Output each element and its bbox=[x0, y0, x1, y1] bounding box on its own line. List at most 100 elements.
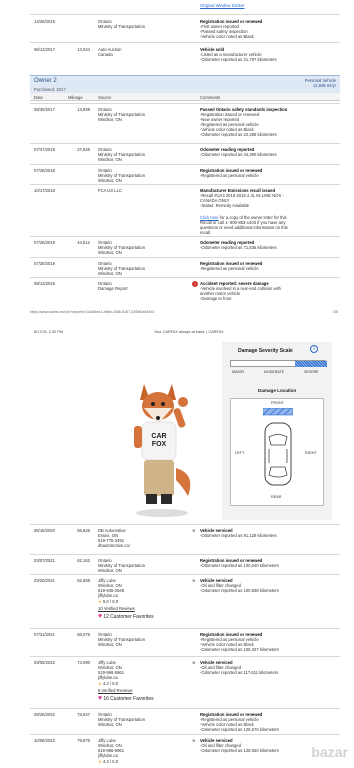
verified-reviews-link[interactable]: 10 Verified Reviews bbox=[98, 606, 135, 611]
history-row: 06/12/2017 13,544 Auto Auction Canada Ve… bbox=[30, 42, 340, 66]
row-date: 07/28/2018 bbox=[34, 168, 55, 173]
shop-rating: ★ 4.3 / 5.0 bbox=[98, 681, 119, 686]
history-row: Original Window Sticker bbox=[30, 0, 340, 10]
verified-reviews-link[interactable]: 8 Verified Reviews bbox=[98, 688, 132, 693]
wrench-icon: ✕ bbox=[192, 578, 196, 583]
fox-shirt-text-2: FOX bbox=[152, 441, 167, 448]
owner-purchased: Purchased: 2017 bbox=[34, 87, 66, 92]
owner-usage: Personal Vehicle 12,936 mi/yr bbox=[305, 78, 336, 88]
recall-letter-note: Click here for a copy of the owner lette… bbox=[200, 215, 332, 235]
severity-scale-title: Damage Severity Scale bbox=[238, 348, 293, 354]
shop-rating: ★ 4.3 / 5.0 bbox=[98, 759, 119, 764]
row-date: 08/30/2017 bbox=[34, 107, 55, 112]
row-mileage: 62,658 bbox=[77, 578, 90, 583]
front-damage-marker bbox=[263, 408, 293, 416]
history-row: 08/26/2022 78,647 Ontario Ministry of Tr… bbox=[30, 708, 340, 734]
row-comment: -Odometer reported as 100,040 kilometers bbox=[200, 563, 279, 568]
col-date: Date bbox=[34, 94, 43, 100]
row-date: 08/13/2019 bbox=[34, 281, 55, 286]
row-source: Ontario Ministry of Transportation Winds… bbox=[98, 712, 146, 727]
row-date: 10/17/2018 bbox=[34, 188, 55, 193]
wrench-icon: ✕ bbox=[192, 660, 196, 665]
row-date: 07/28/2019 bbox=[34, 261, 55, 266]
owner-header: Owner 2 Purchased: 2017 Personal Vehicle… bbox=[30, 75, 340, 93]
row-comment: -Odometer reported as 71,635 kilometers bbox=[200, 245, 277, 250]
row-comment: -Registered as personal vehicle -Vehicle… bbox=[200, 637, 279, 652]
history-row: 08/13/2019 Ontario Damage Report ! Accid… bbox=[30, 277, 340, 307]
row-mileage: 44,512 bbox=[77, 240, 90, 245]
row-source: Auto Auction Canada bbox=[98, 47, 122, 57]
row-source: Jiffy Lube Windsor, ON 519-966-5961 jiff… bbox=[98, 660, 125, 680]
row-date: 14/26/2016 bbox=[34, 19, 55, 24]
star-icon: ★ bbox=[98, 681, 102, 686]
label-front: FRONT bbox=[271, 401, 285, 405]
row-date: 07/26/2019 bbox=[34, 240, 55, 245]
row-source: Ontario Ministry of Transportation Winds… bbox=[98, 240, 146, 255]
star-icon: ★ bbox=[98, 759, 102, 764]
damage-location-title: Damage Location bbox=[258, 388, 297, 393]
row-date: 03/20/2021 bbox=[34, 578, 55, 583]
page-separator bbox=[0, 318, 354, 330]
history-row: 07/26/2019 44,512 Ontario Ministry of Tr… bbox=[30, 236, 340, 257]
customer-favorites: ♥ 12 Customer Favorites bbox=[98, 613, 154, 620]
row-comment: -Oil and filter changed -Odometer report… bbox=[200, 583, 279, 593]
row-mileage: 66,075 bbox=[77, 632, 90, 637]
history-row: 03/07/2021 62,162 Ontario Ministry of Tr… bbox=[30, 554, 340, 574]
star-icon: ★ bbox=[98, 599, 102, 604]
shop-rating: ★ 5.0 / 5.0 bbox=[98, 599, 119, 604]
row-comment: -Registered as personal vehicle -Vehicle… bbox=[200, 717, 279, 732]
col-comments: Comments bbox=[200, 94, 221, 100]
watermark-logo: bazar bbox=[311, 744, 348, 760]
fox-shirt-text-1: CAR bbox=[151, 433, 166, 440]
row-comment: -First owner reported -Passed safety ins… bbox=[200, 24, 254, 39]
row-source: Ontario Damage Report bbox=[98, 281, 128, 291]
row-source: Ontario Ministry of Transportation Winds… bbox=[98, 168, 146, 183]
owner-km-per-year: 12,936 mi/yr bbox=[312, 83, 336, 88]
severity-minor: MINOR bbox=[232, 370, 244, 374]
row-date: 06/18/2020 bbox=[34, 528, 55, 533]
row-source: DB Automotive Essex, ON 519-776-3491 dba… bbox=[98, 528, 130, 548]
row-mileage: 13,544 bbox=[77, 47, 90, 52]
severity-moderate: MODERATE bbox=[264, 370, 285, 374]
row-comment: -Recall #UA3 2016-2016 2.4L IN-LINE NOX … bbox=[200, 193, 284, 208]
row-source: Ontario Ministry of Transportation Winds… bbox=[98, 147, 146, 162]
report-page-2: 8/17/24, 2:32 PM Your CARFAX always at h… bbox=[30, 330, 340, 768]
row-mileage: 79,876 bbox=[77, 738, 90, 743]
row-comment: -Oil and filter changed -Odometer report… bbox=[200, 665, 279, 675]
row-date: 10/06/2022 bbox=[34, 738, 55, 743]
info-icon[interactable]: i bbox=[310, 345, 318, 353]
history-row: 08/30/2017 13,849 Ontario Ministry of Tr… bbox=[30, 103, 340, 143]
heart-icon: ♥ bbox=[98, 695, 103, 702]
row-comment: -Listed as a manufacturer vehicle -Odome… bbox=[200, 52, 277, 62]
row-mileage: 62,162 bbox=[77, 558, 90, 563]
history-row: 07/27/2018 27,645 Ontario Ministry of Tr… bbox=[30, 143, 340, 164]
wrench-icon: ✕ bbox=[192, 738, 196, 743]
row-source: Ontario Ministry of Transportation Winds… bbox=[98, 107, 146, 122]
row-date: 03/07/2021 bbox=[34, 558, 55, 563]
damage-panel: Damage Severity Scale i MINOR MODERATE S… bbox=[222, 342, 332, 520]
row-comment: -Vehicle involved in a rear-end collisio… bbox=[200, 286, 281, 301]
footer-page-number: 3/8 bbox=[333, 310, 338, 314]
row-date: 07/31/2021 bbox=[34, 632, 55, 637]
row-mileage: 73,080 bbox=[77, 660, 90, 665]
row-mileage: 78,647 bbox=[77, 712, 90, 717]
wrench-icon: ✕ bbox=[192, 528, 196, 533]
row-source: Ontario Ministry of Transportation bbox=[98, 19, 146, 29]
label-left: LEFT bbox=[235, 451, 245, 455]
row-date: 03/05/2022 bbox=[34, 660, 55, 665]
alert-icon: ! bbox=[192, 281, 198, 287]
car-outline-icon bbox=[264, 422, 292, 486]
label-rear: REAR bbox=[271, 495, 282, 499]
window-sticker-link[interactable]: Original Window Sticker bbox=[200, 3, 332, 8]
row-source: FCA US LLC bbox=[98, 188, 122, 193]
heart-icon: ♥ bbox=[98, 613, 103, 620]
severity-severe: SEVERE bbox=[304, 370, 319, 374]
row-comment: -Registered as personal vehicle bbox=[200, 266, 259, 271]
row-mileage: 56,625 bbox=[77, 528, 90, 533]
column-header: Date Mileage Source Comments bbox=[30, 93, 340, 101]
history-row: 10/06/2022 79,876 Jiffy Lube Windsor, ON… bbox=[30, 734, 340, 768]
print-title: Your CARFAX always at hand. | CARFAX bbox=[154, 330, 224, 334]
row-comment: -Registration issued or renewed -New own… bbox=[200, 112, 277, 137]
row-comment: -Registered as personal vehicle bbox=[200, 173, 259, 178]
row-date: 07/27/2018 bbox=[34, 147, 55, 152]
